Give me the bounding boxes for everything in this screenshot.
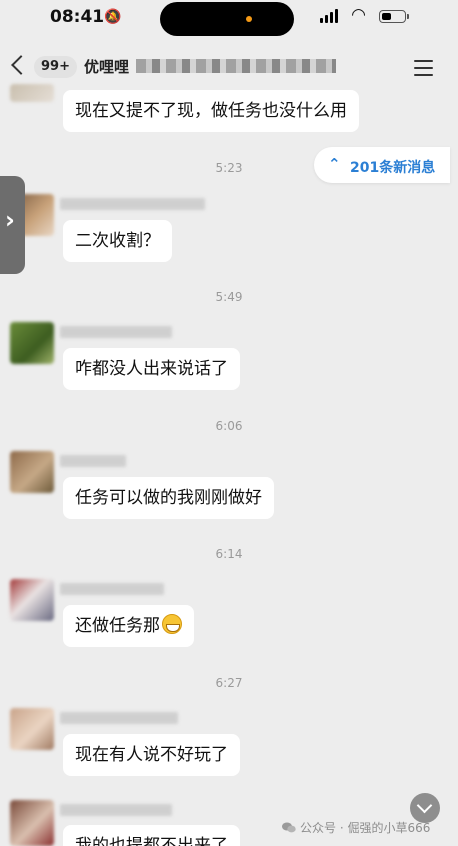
menu-icon[interactable] (414, 60, 433, 81)
sender-name-mosaic (60, 712, 178, 724)
grinning-face-emoji (162, 614, 182, 634)
message-timestamp: 5:49 (215, 290, 243, 304)
cellular-signal-icon (320, 9, 338, 23)
message-bubble: 二次收割？ (63, 220, 172, 262)
bell-muted-icon: 🔕 (104, 9, 122, 25)
avatar[interactable] (10, 322, 54, 364)
sender-name-mosaic (60, 583, 164, 595)
status-time: 08:41 (50, 7, 105, 27)
chevron-down-icon (416, 797, 433, 814)
watermark-text: 公众号 · 倔强的小草666 (300, 821, 431, 835)
message-bubble: 任务可以做的我刚刚做好 (63, 477, 274, 519)
double-chevron-up-icon: ⌃ (328, 155, 341, 173)
chevron-right-icon: › (5, 206, 15, 234)
avatar[interactable] (10, 451, 54, 493)
sender-name-mosaic (60, 326, 172, 338)
sender-name-mosaic (60, 198, 205, 210)
message-bubble: 咋都没人出来说话了 (63, 348, 240, 390)
sender-name-mosaic (60, 455, 126, 467)
message-timestamp: 6:27 (215, 676, 243, 690)
side-drawer-handle[interactable]: › (0, 176, 25, 274)
unread-count-badge[interactable]: 99+ (34, 56, 77, 78)
watermark: 公众号 · 倔强的小草666 (282, 819, 430, 836)
chat-header: 99+ 优哩哩 (0, 44, 458, 90)
recording-dot-icon (246, 16, 252, 22)
message-bubble: 我的也提都不出来了 (63, 825, 240, 846)
battery-icon (379, 10, 406, 23)
title-mosaic (136, 59, 336, 73)
battery-tip (407, 14, 409, 19)
avatar[interactable] (10, 800, 54, 846)
status-bar: 08:41 🔕 ◠ (0, 0, 458, 40)
message-timestamp: 6:14 (215, 547, 243, 561)
avatar[interactable] (10, 579, 54, 621)
message-text: 还做任务那 (75, 616, 160, 636)
avatar[interactable] (10, 708, 54, 750)
wechat-icon (282, 822, 296, 833)
chevron-left-icon[interactable] (11, 55, 31, 75)
message-list[interactable]: 现在又提不了现，做任务也没什么用 5:23 二次收割？ 5:49 咋都没人出来说… (0, 84, 458, 846)
avatar[interactable] (10, 84, 54, 102)
message-timestamp: 6:06 (215, 419, 243, 433)
dynamic-island (160, 2, 294, 36)
message-bubble: 现在又提不了现，做任务也没什么用 (63, 90, 359, 132)
message-bubble: 还做任务那 (63, 605, 194, 647)
chat-title: 优哩哩 (84, 58, 130, 76)
wifi-icon: ◠ (352, 5, 366, 25)
new-messages-button[interactable]: ⌃ 201条新消息 (314, 147, 450, 183)
new-messages-label: 201条新消息 (350, 160, 436, 176)
message-bubble: 现在有人说不好玩了 (63, 734, 240, 776)
sender-name-mosaic (60, 804, 172, 816)
